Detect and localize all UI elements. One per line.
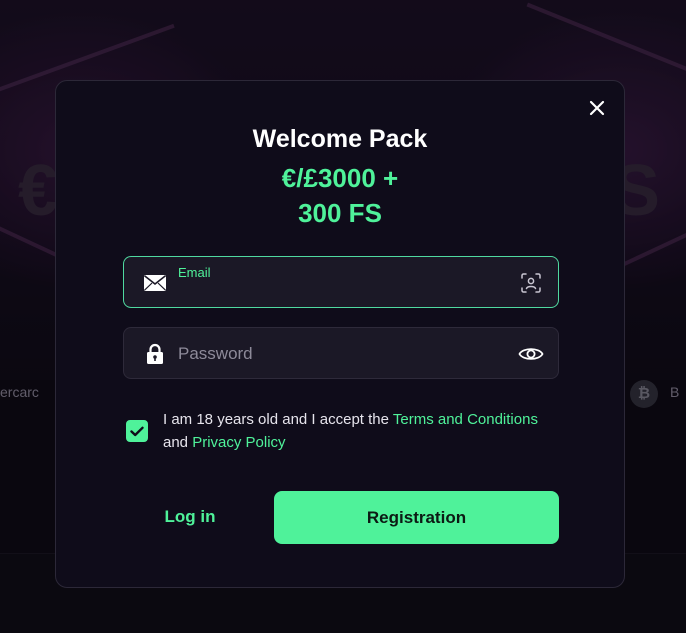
age-terms-consent: I am 18 years old and I accept the Terms… [126, 408, 566, 456]
consent-text: I am 18 years old and I accept the Terms… [163, 408, 563, 454]
envelope-icon [143, 271, 167, 295]
lock-icon [143, 342, 167, 366]
email-input[interactable] [178, 279, 502, 301]
consent-text-prefix: I am 18 years old and I accept the [163, 411, 393, 428]
consent-checkbox[interactable] [126, 420, 148, 442]
bonus-offer-free-spins: 300 FS [298, 198, 382, 228]
registration-button[interactable]: Registration [274, 491, 559, 544]
checkmark-icon [130, 426, 144, 436]
password-field[interactable] [123, 327, 559, 379]
terms-link[interactable]: Terms and Conditions [393, 411, 538, 428]
consent-text-and: and [163, 434, 193, 451]
eye-icon[interactable] [518, 342, 544, 366]
registration-modal: Welcome Pack €/£3000 + 300 FS Email I am… [55, 80, 625, 588]
email-field[interactable]: Email [123, 256, 559, 308]
face-id-icon[interactable] [518, 271, 544, 295]
modal-title: Welcome Pack [252, 125, 428, 153]
bonus-offer: €/£3000 + 300 FS [56, 161, 624, 231]
login-button[interactable]: Log in [141, 491, 239, 543]
email-label: Email [178, 265, 211, 280]
password-input[interactable] [178, 342, 502, 366]
privacy-policy-link[interactable]: Privacy Policy [192, 434, 285, 451]
bonus-offer-amount: €/£3000 + [281, 163, 399, 193]
close-icon[interactable] [586, 97, 608, 119]
